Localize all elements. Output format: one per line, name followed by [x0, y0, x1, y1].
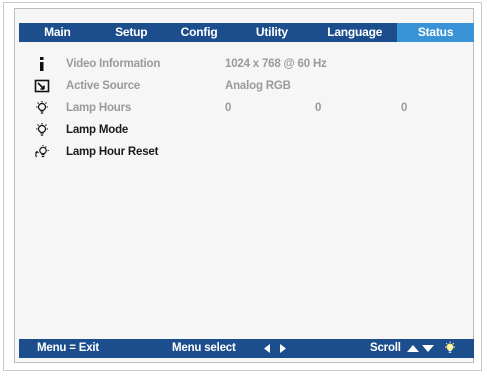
menu-footer-bar: Menu = Exit Menu select Scroll [19, 339, 474, 358]
row-lamp-mode[interactable]: Lamp Mode [34, 122, 454, 138]
menu-tab-bar: Main Setup Config Utility Language Statu… [19, 23, 474, 42]
video-information-value: 1024 x 768 @ 60 Hz [225, 58, 327, 70]
tab-setup[interactable]: Setup [96, 23, 167, 42]
row-label: Lamp Mode [66, 124, 129, 136]
lamp-icon [34, 122, 50, 138]
active-source-value: Analog RGB [225, 80, 291, 92]
row-label: Lamp Hours [66, 102, 132, 114]
row-label: Video Information [66, 58, 161, 70]
menu-select-hint: Menu select [172, 342, 236, 354]
row-label: Lamp Hour Reset [66, 146, 159, 158]
row-label: Active Source [66, 80, 141, 92]
up-down-arrows-icon [405, 339, 437, 358]
lamp-hours-value-1: 0 [225, 102, 232, 114]
row-video-information: Video Information 1024 x 768 @ 60 Hz [34, 56, 454, 72]
row-lamp-hours: Lamp Hours 0 0 0 [34, 100, 454, 116]
row-lamp-hour-reset[interactable]: Lamp Hour Reset [34, 144, 454, 160]
scroll-hint: Scroll [370, 342, 401, 354]
input-source-icon [34, 78, 50, 94]
lamp-reset-icon [34, 144, 50, 160]
info-icon [34, 56, 50, 72]
lamp-hours-value-3: 0 [401, 102, 408, 114]
tab-status[interactable]: Status [397, 23, 474, 42]
row-active-source: Active Source Analog RGB [34, 78, 454, 94]
lamp-hours-value-2: 0 [315, 102, 322, 114]
left-right-arrows-icon [259, 339, 291, 358]
tab-main[interactable]: Main [19, 23, 96, 42]
tab-language[interactable]: Language [312, 23, 397, 42]
tab-config[interactable]: Config [167, 23, 232, 42]
lamp-icon [34, 100, 50, 116]
tab-utility[interactable]: Utility [231, 23, 312, 42]
menu-exit-hint: Menu = Exit [37, 342, 100, 354]
lamp-status-icon [443, 339, 457, 358]
